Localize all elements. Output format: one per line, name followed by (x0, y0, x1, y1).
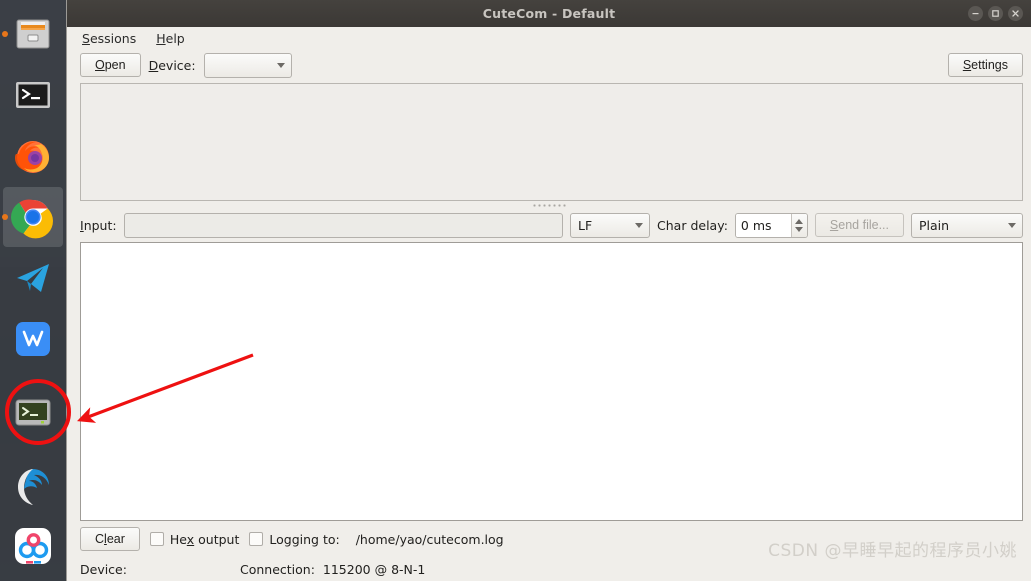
maximize-icon[interactable] (988, 6, 1003, 21)
panel-splitter[interactable] (67, 201, 1031, 210)
deepin-spiral-icon (18, 469, 49, 505)
hex-output-checkbox[interactable]: Hex output (149, 531, 240, 547)
telegram-icon (17, 264, 49, 292)
running-indicator-dot (2, 214, 8, 220)
launcher-item-telegram[interactable] (3, 248, 63, 308)
send-file-button[interactable]: Send file... (814, 213, 904, 237)
checkbox-box-icon[interactable] (149, 532, 164, 546)
char-delay-spinner[interactable] (734, 212, 808, 238)
open-button[interactable]: Open (80, 53, 141, 77)
stepper-down-icon[interactable] (795, 226, 804, 232)
menu-help-label: elp (165, 30, 185, 46)
checkbox-box-icon[interactable] (249, 532, 264, 546)
statusbar-connection-label: Connection: (240, 561, 315, 577)
statusbar: Device: Connection: 115200 @ 8-N-1 (67, 557, 1031, 581)
launcher-item-terminal[interactable] (3, 65, 63, 125)
input-label: Input: (80, 217, 117, 233)
char-delay-input[interactable] (735, 213, 791, 237)
window-titlebar[interactable]: CuteCom - Default (67, 0, 1031, 27)
minimize-icon[interactable] (968, 6, 983, 21)
launcher-item-files[interactable] (2, 4, 63, 64)
window-controls[interactable] (968, 0, 1023, 27)
logging-checkbox[interactable]: Logging to: (249, 531, 340, 547)
cutecom-terminal-icon (15, 399, 51, 426)
input-field[interactable] (123, 212, 564, 238)
running-indicator-dot (2, 31, 8, 37)
stepper-up-icon[interactable] (795, 218, 804, 224)
statusbar-device: Device: (80, 562, 240, 577)
logging-label: Logging to: (269, 531, 340, 547)
line-ending-value: LF (578, 217, 593, 233)
device-select[interactable] (203, 52, 292, 78)
chrome-icon (11, 199, 53, 239)
serial-output-area[interactable] (80, 242, 1023, 521)
terminal-icon (16, 82, 50, 108)
firefox-icon (15, 141, 49, 173)
chevron-down-icon (1008, 223, 1016, 228)
format-value: Plain (919, 217, 950, 233)
device-label: Device: (148, 57, 196, 73)
launcher-item-music[interactable] (3, 516, 63, 576)
menu-sessions[interactable]: Sessions (80, 30, 138, 47)
menu-help[interactable]: Help (154, 30, 187, 47)
line-ending-select[interactable]: LF (570, 212, 651, 238)
chevron-down-icon (276, 63, 285, 68)
launcher-item-firefox[interactable] (3, 126, 63, 186)
command-history-panel[interactable] (80, 83, 1023, 201)
launcher-item-chrome[interactable] (2, 187, 63, 247)
menubar[interactable]: Sessions Help (67, 27, 1031, 49)
format-select[interactable]: Plain (911, 212, 1023, 238)
wps-office-icon (16, 322, 50, 356)
log-path-value: /home/yao/cutecom.log (355, 531, 504, 547)
launcher-item-wps-office[interactable] (3, 309, 63, 369)
char-delay-label: Char delay: (657, 217, 728, 233)
netease-music-icon (15, 528, 51, 564)
clear-button[interactable]: Clear (80, 527, 140, 551)
statusbar-device-label: Device: (80, 561, 127, 577)
close-icon[interactable] (1008, 6, 1023, 21)
window-title: CuteCom - Default (482, 6, 616, 21)
statusbar-connection-value: 115200 @ 8-N-1 (322, 561, 426, 577)
unity-launcher[interactable] (0, 0, 66, 581)
toolbar: Open Device: Settings (67, 49, 1031, 81)
launcher-item-cutecom[interactable] (3, 382, 63, 442)
input-row: Input: LF Char delay: Send file... Plain (67, 210, 1031, 240)
char-delay-stepper[interactable] (790, 213, 807, 237)
launcher-item-deepin[interactable] (3, 455, 63, 515)
files-icon (16, 19, 50, 49)
settings-button[interactable]: Settings (947, 53, 1023, 77)
hex-output-label: Hex output (169, 531, 240, 547)
statusbar-connection: Connection: 115200 @ 8-N-1 (240, 562, 425, 577)
bottom-controls-row: Clear Hex output Logging to: /home/yao/c… (67, 521, 1031, 557)
menu-sessions-label: essions (89, 30, 137, 46)
chevron-down-icon (635, 223, 644, 228)
splitter-grip-icon (532, 204, 566, 207)
cutecom-window: CuteCom - Default Sessions Help Open Dev… (66, 0, 1031, 581)
